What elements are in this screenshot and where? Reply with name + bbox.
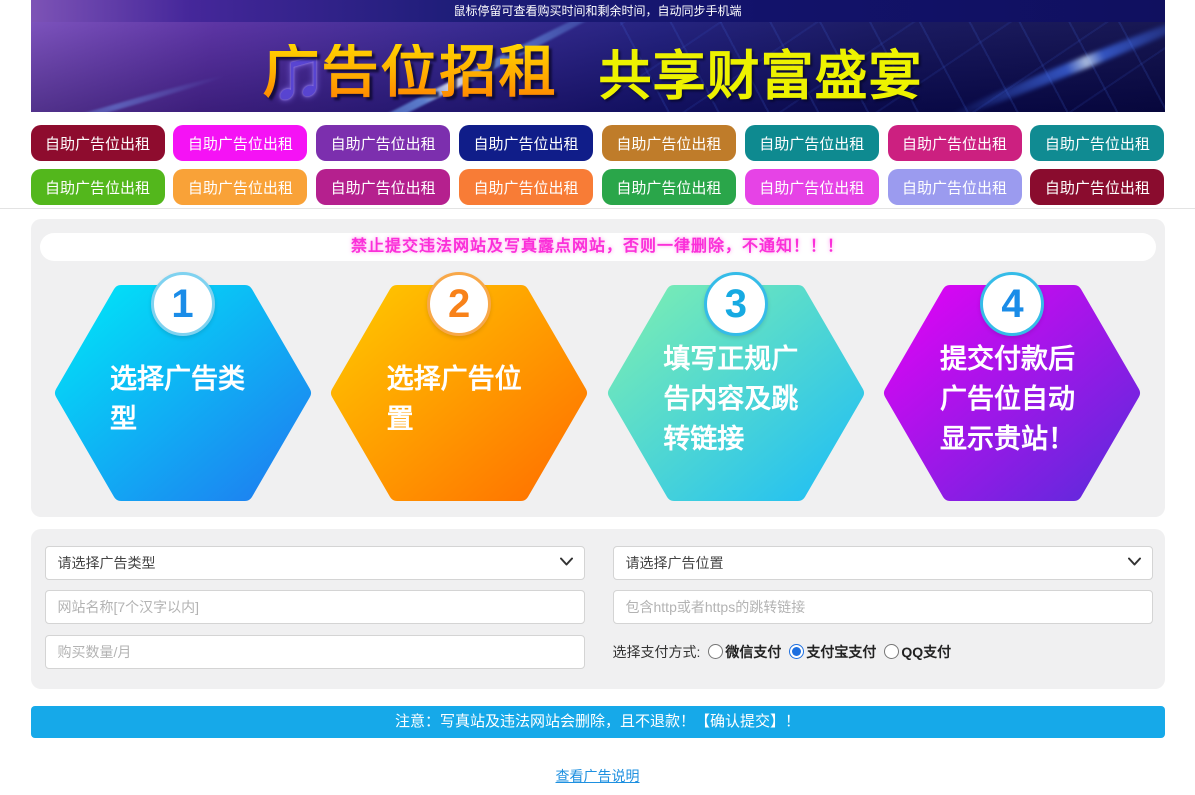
ad-slot-button[interactable]: 自助广告位出租 <box>316 169 451 205</box>
step-number-badge: 3 <box>703 272 768 336</box>
payment-option-2[interactable]: QQ支付 <box>884 642 951 662</box>
site-name-input[interactable] <box>44 590 585 625</box>
ad-type-select-wrap: 请选择广告类型 <box>44 546 585 580</box>
divider <box>0 208 1195 209</box>
payment-option-label: QQ支付 <box>901 643 952 660</box>
step-number-badge: 4 <box>980 272 1045 336</box>
ad-button-row-1: 自助广告位出租 自助广告位出租 自助广告位出租 自助广告位出租 自助广告位出租 自助广告位… <box>30 125 1165 161</box>
footer: 查看广告说明 <box>31 766 1165 786</box>
ad-slot-button[interactable]: 自助广告位出租 <box>887 125 1022 161</box>
link-input[interactable] <box>612 590 1153 625</box>
payment-radio[interactable] <box>884 644 900 660</box>
step-label: 填写正规广告内容及跳转链接 <box>663 344 799 454</box>
ad-slot-button[interactable]: 自助广告位出租 <box>744 169 879 205</box>
banner: ♫ 广告位招租 共享财富盛宴 <box>30 22 1165 112</box>
step-number-badge: 1 <box>150 272 215 336</box>
step-card: 1 选择广告类型 <box>53 269 313 505</box>
ad-slot-button[interactable]: 自助广告位出租 <box>459 169 594 205</box>
ad-slot-button[interactable]: 自助广告位出租 <box>1030 125 1165 161</box>
payment-option-label: 支付宝支付 <box>806 643 877 660</box>
ad-slot-button[interactable]: 自助广告位出租 <box>173 169 308 205</box>
payment-option-0[interactable]: 微信支付 <box>708 642 781 662</box>
ad-slot-button[interactable]: 自助广告位出租 <box>601 125 736 161</box>
warning-banner: 禁止提交违法网站及写真露点网站，否则一律删除，不通知！！！ <box>39 233 1156 261</box>
payment-method-row: 选择支付方式: 微信支付 支付宝支付 QQ支付 <box>613 635 1153 669</box>
light-streak-decoration <box>30 72 227 112</box>
step-card: 3 填写正规广告内容及跳转链接 <box>606 269 866 505</box>
step-card: 4 提交付款后广告位自动显示贵站！ <box>882 269 1142 505</box>
step-card: 2 选择广告位置 <box>329 269 589 505</box>
payment-radio[interactable] <box>789 644 805 660</box>
step-label: 提交付款后广告位自动显示贵站！ <box>939 344 1075 454</box>
ad-slot-button[interactable]: 自助广告位出租 <box>30 169 165 205</box>
quantity-input[interactable] <box>44 634 585 669</box>
payment-method-label: 选择支付方式: <box>612 643 701 660</box>
ad-slot-button[interactable]: 自助广告位出租 <box>1030 169 1165 205</box>
ad-slot-button[interactable]: 自助广告位出租 <box>316 125 451 161</box>
payment-option-1[interactable]: 支付宝支付 <box>789 642 876 662</box>
ad-slot-button[interactable]: 自助广告位出租 <box>173 125 308 161</box>
ad-slot-button[interactable]: 自助广告位出租 <box>30 125 165 161</box>
payment-option-label: 微信支付 <box>725 643 782 660</box>
step-label: 选择广告类型 <box>110 364 245 434</box>
steps-row: 1 选择广告类型 2 选择广告位置 3 填写正规广告内容及跳转链接 4 提交付款后广告位自动显… <box>40 269 1156 505</box>
ad-position-select-wrap: 请选择广告位置 <box>612 546 1153 580</box>
main-content: 禁止提交违法网站及写真露点网站，否则一律删除，不通知！！！ 1 选择广告类型 2 选择… <box>30 219 1165 786</box>
ad-slot-button[interactable]: 自助广告位出租 <box>744 125 879 161</box>
notice-bar: 鼠标停留可查看购买时间和剩余时间，自动同步手机端 <box>30 0 1165 22</box>
page-container: 鼠标停留可查看购买时间和剩余时间，自动同步手机端 ♫ 广告位招租 共享财富盛宴 … <box>30 0 1165 205</box>
banner-title: 广告位招租 <box>262 40 558 104</box>
submit-bar[interactable]: 注意：写真站及违法网站会删除，且不退款！【确认提交】！ <box>30 706 1165 738</box>
banner-subtitle: 共享财富盛宴 <box>598 47 923 106</box>
ad-slot-button[interactable]: 自助广告位出租 <box>459 125 594 161</box>
payment-options: 微信支付 支付宝支付 QQ支付 <box>700 642 951 662</box>
ad-slot-button[interactable]: 自助广告位出租 <box>887 169 1022 205</box>
ad-button-row-2: 自助广告位出租 自助广告位出租 自助广告位出租 自助广告位出租 自助广告位出租 自助广告位… <box>30 169 1165 205</box>
steps-panel: 禁止提交违法网站及写真露点网站，否则一律删除，不通知！！！ 1 选择广告类型 2 选择… <box>30 219 1165 517</box>
payment-radio[interactable] <box>708 644 724 660</box>
step-number-badge: 2 <box>427 272 492 336</box>
ad-type-select[interactable]: 请选择广告类型 <box>44 546 585 580</box>
step-label: 选择广告位置 <box>386 364 522 434</box>
ad-slot-button[interactable]: 自助广告位出租 <box>601 169 736 205</box>
ad-info-link[interactable]: 查看广告说明 <box>556 768 640 784</box>
order-form-panel: 请选择广告类型 请选择广告位置 选择支付方式: 微信支付 支付宝支付 QQ支付 <box>30 529 1165 689</box>
ad-position-select[interactable]: 请选择广告位置 <box>612 546 1153 580</box>
